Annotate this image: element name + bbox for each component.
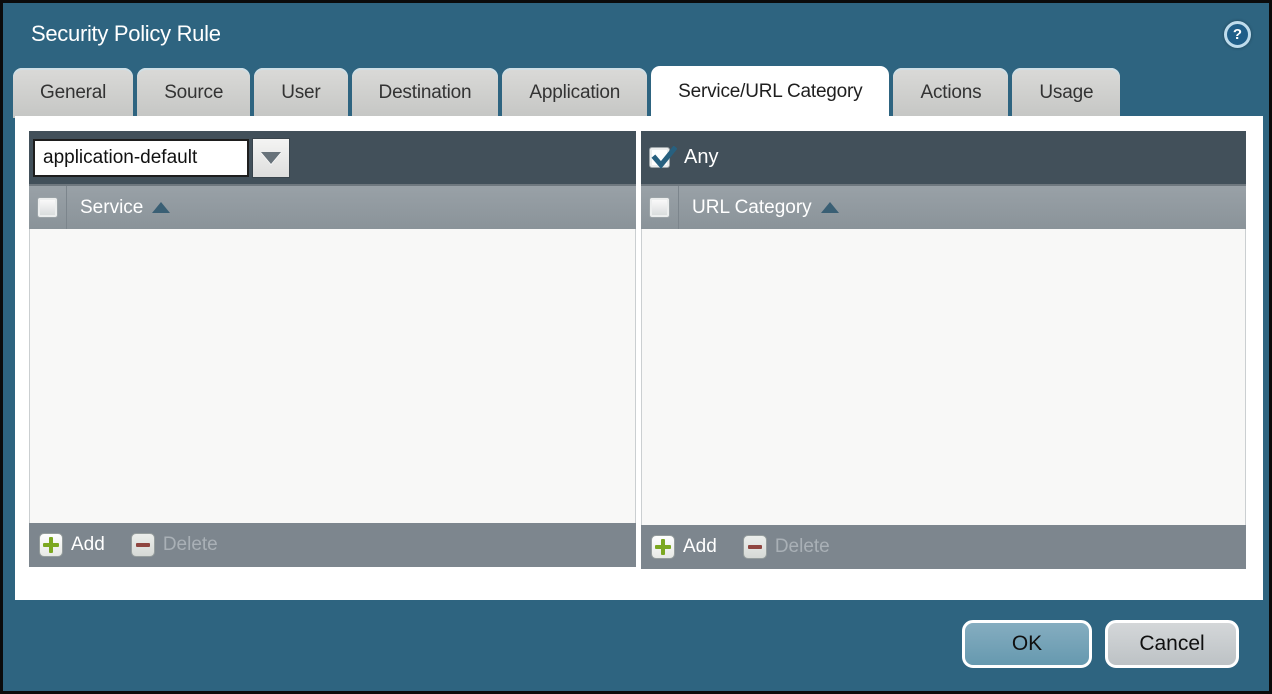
tab-actions[interactable]: Actions (893, 68, 1008, 118)
help-icon[interactable]: ? (1224, 21, 1251, 48)
url-category-add-button[interactable]: Add (651, 535, 717, 559)
add-plus-icon (651, 535, 675, 559)
url-category-list[interactable] (641, 229, 1246, 525)
tab-application[interactable]: Application (502, 68, 647, 118)
dialog-actions: OK Cancel (962, 620, 1239, 668)
add-button-label: Add (71, 534, 105, 556)
delete-minus-icon (131, 533, 155, 557)
service-list[interactable] (29, 229, 636, 523)
tab-destination[interactable]: Destination (352, 68, 499, 118)
tab-general[interactable]: General (13, 68, 133, 118)
url-category-delete-button[interactable]: Delete (743, 535, 830, 559)
sort-asc-icon (152, 202, 170, 213)
titlebar: Security Policy Rule ? (3, 3, 1269, 65)
service-type-dropdown-button[interactable] (252, 138, 290, 178)
tab-user[interactable]: User (254, 68, 347, 118)
delete-minus-icon (743, 535, 767, 559)
url-category-panel: Any URL Category Add Delete (641, 131, 1246, 569)
service-add-button[interactable]: Add (39, 533, 105, 557)
delete-button-label: Delete (163, 534, 218, 556)
cancel-button[interactable]: Cancel (1105, 620, 1239, 668)
checkmark-icon (651, 146, 677, 172)
service-footer: Add Delete (29, 523, 636, 567)
service-toolbar (29, 131, 636, 184)
delete-button-label: Delete (775, 536, 830, 558)
tab-content: Service Add Delete (15, 116, 1263, 600)
service-column-label[interactable]: Service (80, 197, 143, 219)
tab-bar: General Source User Destination Applicat… (13, 66, 1120, 118)
sort-asc-icon (821, 202, 839, 213)
service-panel: Service Add Delete (29, 131, 636, 567)
tab-source[interactable]: Source (137, 68, 250, 118)
tab-service-url-category[interactable]: Service/URL Category (651, 66, 889, 118)
ok-button[interactable]: OK (962, 620, 1092, 668)
service-type-input[interactable] (33, 139, 249, 177)
url-category-column-label[interactable]: URL Category (692, 197, 812, 219)
security-policy-rule-dialog: Security Policy Rule ? General Source Us… (0, 0, 1272, 694)
chevron-down-icon (261, 152, 281, 164)
url-category-select-all-cell (641, 186, 679, 229)
url-category-select-all-checkbox[interactable] (649, 197, 670, 218)
add-button-label: Add (683, 536, 717, 558)
tab-usage[interactable]: Usage (1012, 68, 1120, 118)
add-plus-icon (39, 533, 63, 557)
service-column-header: Service (29, 184, 636, 229)
any-checkbox[interactable] (649, 147, 670, 168)
service-select-all-cell (29, 186, 67, 229)
service-delete-button[interactable]: Delete (131, 533, 218, 557)
service-select-all-checkbox[interactable] (37, 197, 58, 218)
url-category-column-header: URL Category (641, 184, 1246, 229)
url-category-toolbar: Any (641, 131, 1246, 184)
dialog-title: Security Policy Rule (31, 21, 1224, 47)
any-label: Any (684, 146, 718, 169)
url-category-footer: Add Delete (641, 525, 1246, 569)
